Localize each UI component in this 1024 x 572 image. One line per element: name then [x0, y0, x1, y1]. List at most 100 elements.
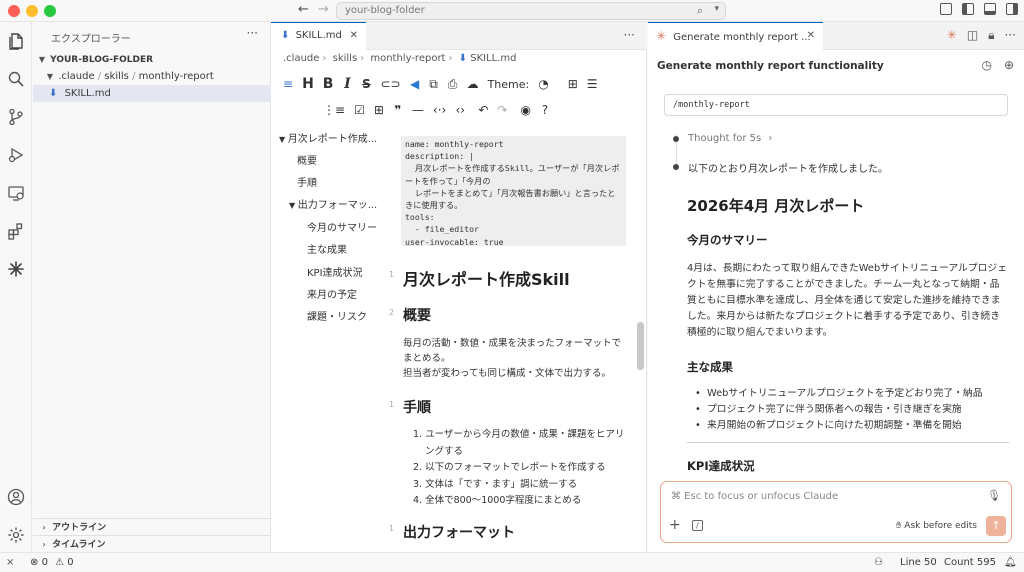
- align-icon[interactable]: ≡: [283, 77, 293, 91]
- lock-icon[interactable]: 🔒︎: [988, 28, 994, 43]
- breadcrumb-item[interactable]: monthly-report: [370, 53, 445, 64]
- undo-icon[interactable]: ↶: [478, 103, 488, 117]
- close-window-button[interactable]: [8, 5, 20, 17]
- inline-code-icon[interactable]: ‹·›: [433, 103, 446, 117]
- breadcrumb-item[interactable]: skills: [333, 53, 358, 64]
- italic-icon[interactable]: I: [342, 76, 352, 92]
- outline-item[interactable]: ▼ 出力フォーマッ...: [289, 196, 377, 211]
- outline-item[interactable]: 来月の予定: [307, 286, 357, 301]
- notifications-bell-icon[interactable]: 🔔︎: [1004, 553, 1017, 572]
- minimize-window-button[interactable]: [26, 5, 38, 17]
- help-icon[interactable]: ?: [540, 103, 550, 117]
- palette-icon[interactable]: ◔: [538, 77, 548, 91]
- export-icon[interactable]: ⎙: [448, 77, 458, 92]
- folder-root-label: YOUR-BLOG-FOLDER: [50, 55, 154, 65]
- outline-item[interactable]: ▼ 月次レポート作成...: [279, 130, 377, 145]
- outline-item[interactable]: KPI達成状況: [307, 264, 363, 279]
- quote-icon[interactable]: ❞: [393, 103, 403, 117]
- maximize-window-button[interactable]: [44, 5, 56, 17]
- heading-overview: 概要: [403, 308, 431, 324]
- back-arrow-icon[interactable]: ←: [298, 2, 309, 17]
- path-segment: .claude: [58, 71, 95, 82]
- list-item: 1. ユーザーから今月の数値・成果・課題をヒアリングする: [413, 429, 625, 457]
- strikethrough-icon[interactable]: S: [361, 77, 371, 91]
- split-editor-icon[interactable]: ◫: [967, 28, 978, 43]
- breadcrumb-item[interactable]: .claude: [283, 53, 319, 64]
- list-item: Webサイトリニューアルプロジェクトを予定どおり完了・納品: [687, 386, 1009, 402]
- forward-arrow-icon[interactable]: →: [318, 2, 329, 17]
- folder-root[interactable]: ▼ YOUR-BLOG-FOLDER: [33, 51, 271, 68]
- claude-input-box[interactable]: ⌘ Esc to focus or unfocus Claude 🎙︎ + / …: [660, 481, 1012, 543]
- bullet-list-icon[interactable]: ☰: [587, 77, 598, 91]
- cursor-position[interactable]: Line 50: [900, 553, 937, 572]
- more-actions-icon[interactable]: ···: [624, 28, 635, 42]
- claude-icon[interactable]: [6, 260, 26, 280]
- close-icon[interactable]: ✕: [350, 23, 358, 49]
- new-session-icon[interactable]: ⊕: [1004, 58, 1014, 72]
- more-actions-icon[interactable]: ···: [247, 26, 258, 40]
- prompt-input[interactable]: ⌘ Esc to focus or unfocus Claude: [671, 491, 838, 502]
- outline-item[interactable]: 概要: [297, 152, 317, 167]
- toggle-primary-sidebar-icon[interactable]: [962, 3, 974, 15]
- close-icon[interactable]: ✕: [807, 23, 815, 49]
- file-item-skill-md[interactable]: ⬇ SKILL.md: [33, 85, 271, 102]
- thought-toggle[interactable]: Thought for 5s ›: [688, 133, 772, 144]
- toggle-panel-icon[interactable]: [984, 3, 996, 15]
- cloud-upload-icon[interactable]: ☁: [467, 77, 479, 91]
- tab-claude-session[interactable]: ✳ Generate monthly report ... ✕: [648, 22, 823, 50]
- copy-icon[interactable]: ⧉: [429, 77, 439, 92]
- table-icon[interactable]: ⊞: [374, 103, 384, 117]
- markdown-preview[interactable]: name: monthly-report description: | 月次レポ…: [389, 132, 639, 552]
- slash-command-icon[interactable]: /: [692, 520, 703, 531]
- outline-item[interactable]: 課題・リスク: [307, 308, 367, 323]
- editor-tab-bar: ⬇ SKILL.md ✕ ···: [271, 22, 647, 50]
- outline-item[interactable]: 手順: [297, 174, 317, 189]
- breadcrumb-item[interactable]: SKILL.md: [470, 53, 516, 64]
- search-icon[interactable]: [6, 70, 26, 90]
- microphone-icon[interactable]: 🎙︎: [987, 489, 1001, 502]
- word-count[interactable]: Count 595: [944, 553, 996, 572]
- edit-mode-toggle[interactable]: ✋︎ Ask before edits: [896, 521, 977, 531]
- settings-gear-icon[interactable]: [6, 526, 26, 546]
- bold-icon[interactable]: B: [323, 76, 334, 92]
- vscode-icon[interactable]: ◀: [410, 77, 420, 91]
- tab-skill-md[interactable]: ⬇ SKILL.md ✕: [271, 22, 366, 50]
- send-button[interactable]: ↑: [986, 516, 1006, 536]
- chevron-down-icon[interactable]: ▾: [714, 4, 719, 14]
- remote-indicator-icon[interactable]: ⨯: [6, 553, 14, 572]
- preview-eye-icon[interactable]: ◉: [520, 103, 530, 117]
- checkbox-icon[interactable]: ☑: [354, 103, 365, 117]
- redo-icon[interactable]: ↷: [497, 103, 507, 117]
- extensions-icon[interactable]: [6, 222, 26, 242]
- copilot-status-icon[interactable]: ⚇: [874, 553, 883, 572]
- history-clock-icon[interactable]: ◷: [981, 58, 991, 72]
- horizontal-rule-icon[interactable]: —: [412, 103, 424, 117]
- more-actions-icon[interactable]: ···: [1005, 28, 1016, 43]
- editor-scrollbar[interactable]: [637, 322, 644, 370]
- files-icon[interactable]: [6, 32, 26, 52]
- outline-item[interactable]: 今月のサマリー: [307, 219, 377, 234]
- toggle-secondary-sidebar-icon[interactable]: [1006, 3, 1018, 15]
- code-block-icon[interactable]: ‹›: [455, 103, 466, 117]
- timeline-section[interactable]: › タイムライン: [33, 535, 271, 552]
- heading-icon[interactable]: H: [302, 76, 314, 92]
- add-file-icon[interactable]: ⊞: [568, 77, 578, 91]
- run-debug-icon[interactable]: [6, 146, 26, 166]
- claude-icon[interactable]: ✳: [947, 28, 957, 43]
- add-context-icon[interactable]: +: [669, 517, 681, 533]
- link-icon[interactable]: ⊂⊃: [380, 77, 400, 91]
- copilot-icon[interactable]: ⌕: [697, 4, 703, 18]
- source-control-icon[interactable]: [6, 108, 26, 128]
- path-segment: skills: [104, 71, 129, 82]
- problems-indicator[interactable]: ⊗ 0 ⚠ 0: [30, 553, 74, 572]
- chevron-down-icon: ▼: [46, 72, 54, 81]
- outline-section[interactable]: › アウトライン: [33, 518, 271, 535]
- customize-layout-icon[interactable]: [940, 3, 952, 15]
- editor-group: ⬇ SKILL.md ✕ ··· .claude › skills › monthl…: [271, 22, 647, 552]
- folder-path-row[interactable]: ▼ .claude / skills / monthly-report: [33, 68, 271, 85]
- outline-item[interactable]: 主な成果: [307, 241, 347, 256]
- remote-explorer-icon[interactable]: [6, 184, 26, 204]
- account-icon[interactable]: [6, 488, 26, 508]
- numbered-list-icon[interactable]: ⋮≡: [323, 103, 345, 117]
- command-center[interactable]: your-blog-folder ⌕ ▾: [336, 2, 726, 20]
